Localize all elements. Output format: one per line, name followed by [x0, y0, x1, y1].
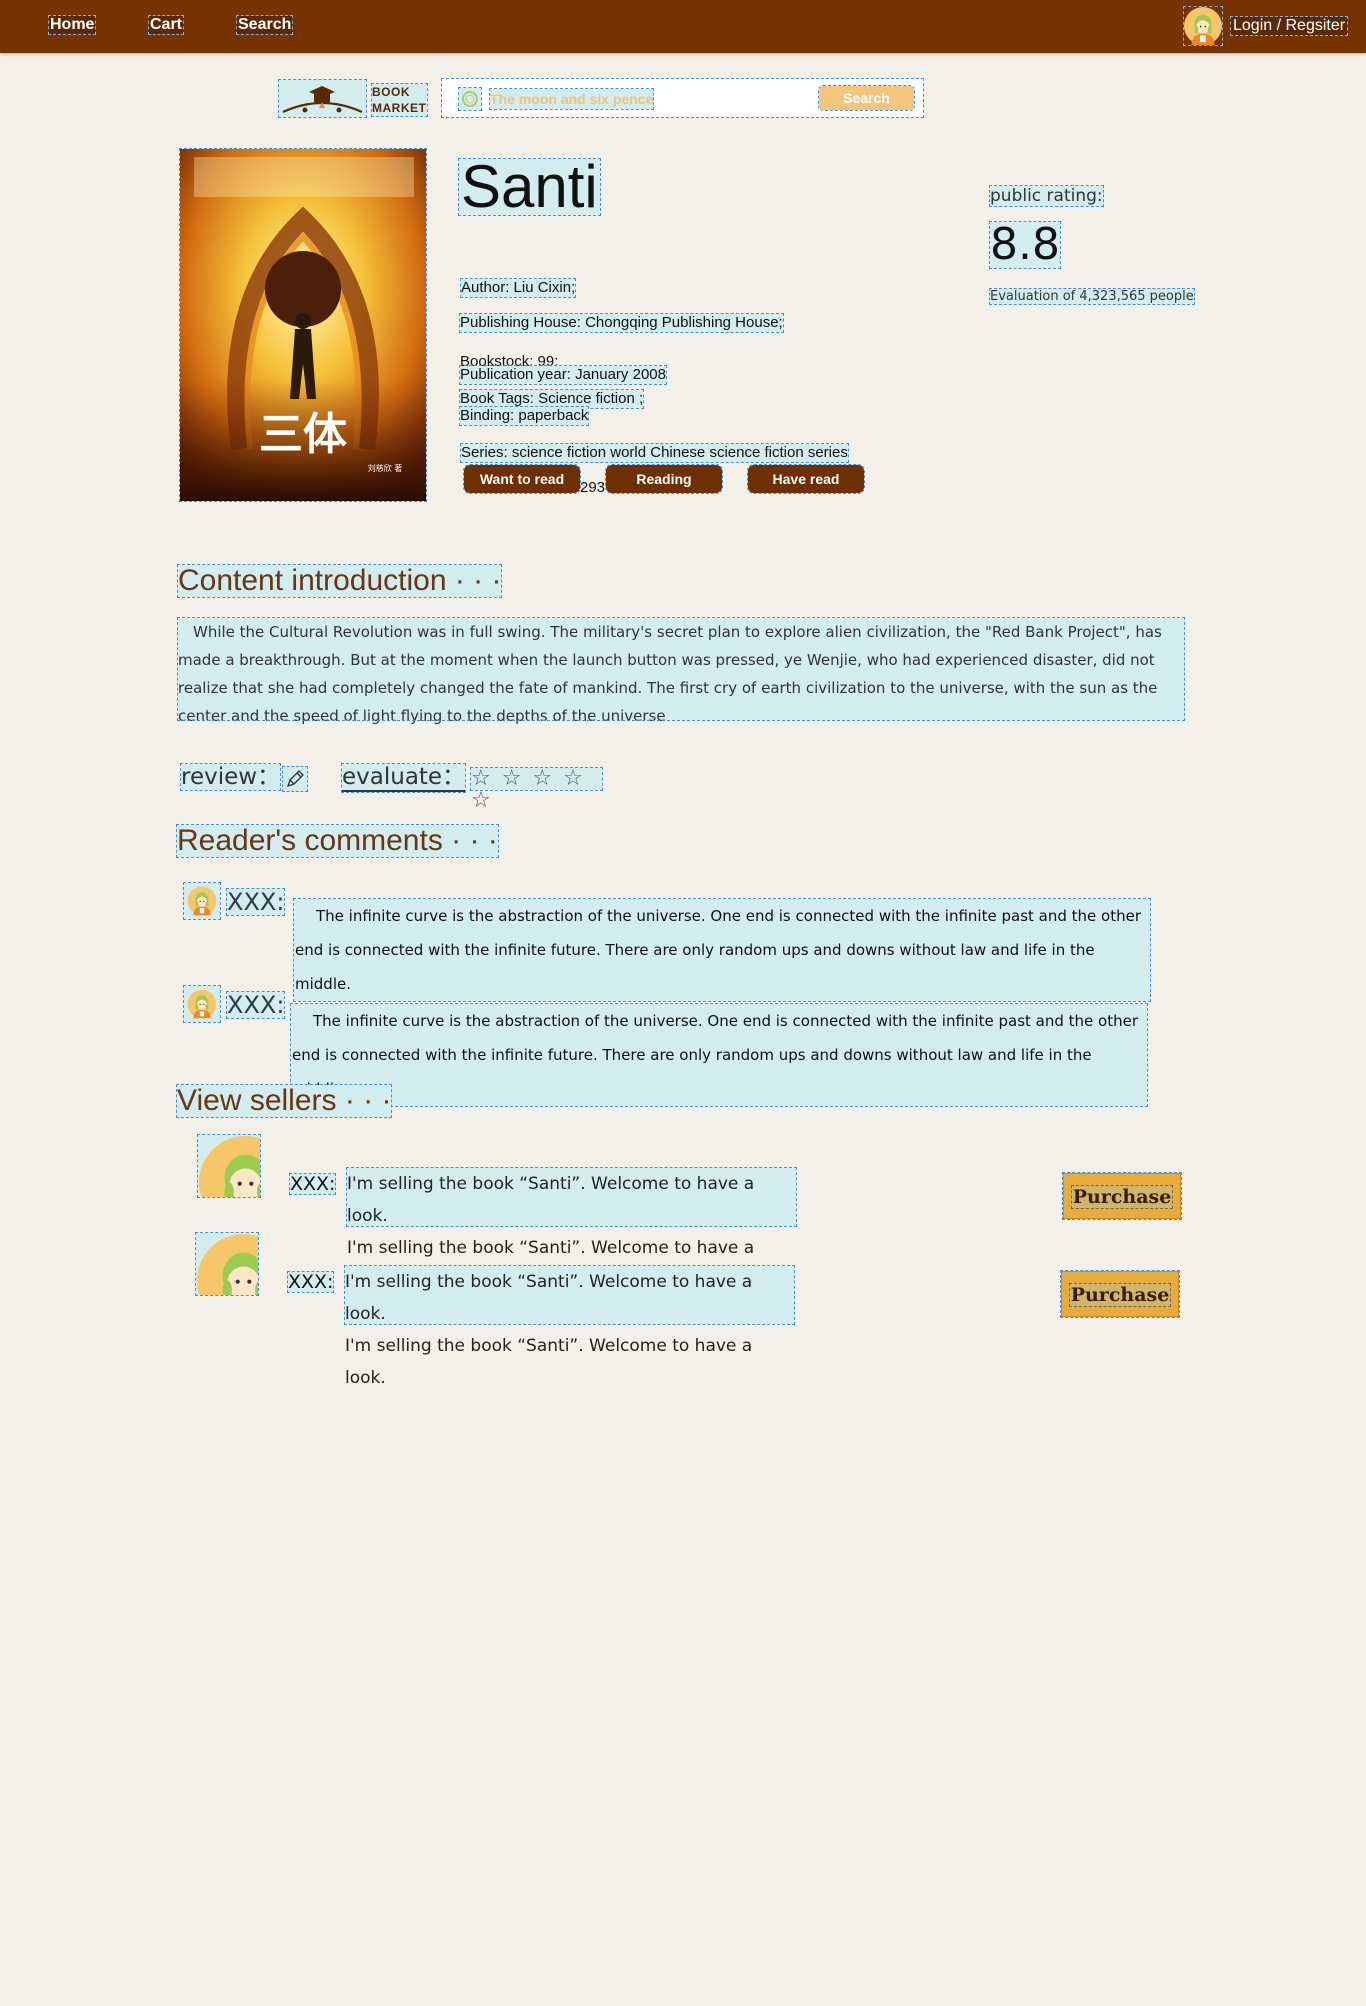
public-rating-label: public rating:	[989, 185, 1104, 207]
content-introduction-text: While the Cultural Revolution was in ful…	[177, 617, 1185, 725]
nav-search-link[interactable]: Search	[235, 15, 294, 35]
seller-avatar-icon	[195, 1232, 259, 1296]
nav-cart-link[interactable]: Cart	[147, 15, 185, 35]
logo[interactable]	[278, 79, 367, 118]
book-cover-image: 三体 刘慈欣 著	[179, 148, 427, 502]
book-cover-art: 三体 刘慈欣 著	[180, 149, 426, 501]
purchase-button-label: Purchase	[1070, 1185, 1174, 1209]
cover-title: 三体	[259, 409, 347, 460]
seller-message-line: I'm selling the book “Santi”. Welcome to…	[345, 1336, 753, 1388]
top-navigation-bar: Home Cart Search Login / Regsiter	[0, 0, 1366, 53]
commenter-name: XXX:	[225, 888, 286, 916]
readers-comments-heading: Reader's comments · · ·	[176, 824, 499, 858]
book-isbn-partial: 293	[580, 479, 606, 496]
seller-message: I'm selling the book “Santi”. Welcome to…	[346, 1167, 797, 1290]
seller-message-line: I'm selling the book “Santi”. Welcome to…	[345, 1272, 753, 1324]
star-rating-input[interactable]: ☆ ☆ ☆ ☆ ☆	[470, 767, 603, 812]
search-input[interactable]	[489, 88, 654, 110]
search-icon[interactable]	[458, 87, 482, 111]
book-tags: Book Tags: Science fiction ;	[458, 389, 645, 409]
login-register-link[interactable]: Login / Regsiter	[1229, 16, 1349, 36]
seller-message: I'm selling the book “Santi”. Welcome to…	[344, 1265, 795, 1388]
seller-avatar-icon	[197, 1134, 261, 1198]
book-title: Santi	[458, 153, 601, 220]
book-publication-year: Publication year: January 2008	[459, 365, 667, 385]
book-author: Author: Liu Cixin;	[459, 278, 577, 298]
review-label: review：	[179, 763, 282, 791]
commenter-avatar-icon	[183, 985, 221, 1023]
have-read-button[interactable]: Have read	[747, 464, 865, 494]
public-rating-value: 8.8	[989, 219, 1061, 270]
search-button[interactable]: Search	[818, 85, 915, 111]
user-avatar-icon[interactable]	[1183, 6, 1223, 46]
nav-home-link[interactable]: Home	[47, 15, 97, 35]
reading-button[interactable]: Reading	[605, 464, 723, 494]
comment-text: The infinite curve is the abstraction of…	[290, 1003, 1148, 1107]
content-introduction-heading: Content introduction · · ·	[176, 564, 503, 598]
seller-name: XXX:	[286, 1271, 335, 1293]
want-to-read-button[interactable]: Want to read	[463, 464, 581, 494]
logo-line-1: BOOK	[372, 85, 410, 99]
book-series: Series: science fiction world Chinese sc…	[460, 443, 849, 463]
logo-text: BOOK MARKET	[371, 83, 428, 117]
purchase-button[interactable]: Purchase	[1060, 1270, 1180, 1318]
logo-line-2: MARKET	[372, 101, 427, 115]
pencil-edit-icon[interactable]	[282, 766, 308, 792]
commenter-avatar-icon	[183, 882, 221, 920]
purchase-button[interactable]: Purchase	[1062, 1172, 1182, 1220]
commenter-name: XXX:	[225, 991, 286, 1019]
view-sellers-heading: View sellers · · ·	[175, 1084, 393, 1118]
purchase-button-label: Purchase	[1068, 1283, 1172, 1307]
rating-count: Evaluation of 4,323,565 people	[989, 288, 1195, 305]
graduation-cap-logo-icon	[282, 86, 363, 114]
seller-name: XXX:	[288, 1173, 337, 1195]
cover-author: 刘慈欣 著	[368, 463, 403, 473]
seller-message-line: I'm selling the book “Santi”. Welcome to…	[347, 1174, 755, 1226]
book-binding: Binding: paperback	[458, 406, 590, 426]
evaluate-label: evaluate：	[340, 763, 467, 793]
comment-text: The infinite curve is the abstraction of…	[293, 898, 1151, 1002]
book-publisher: Publishing House: Chongqing Publishing H…	[459, 313, 784, 333]
